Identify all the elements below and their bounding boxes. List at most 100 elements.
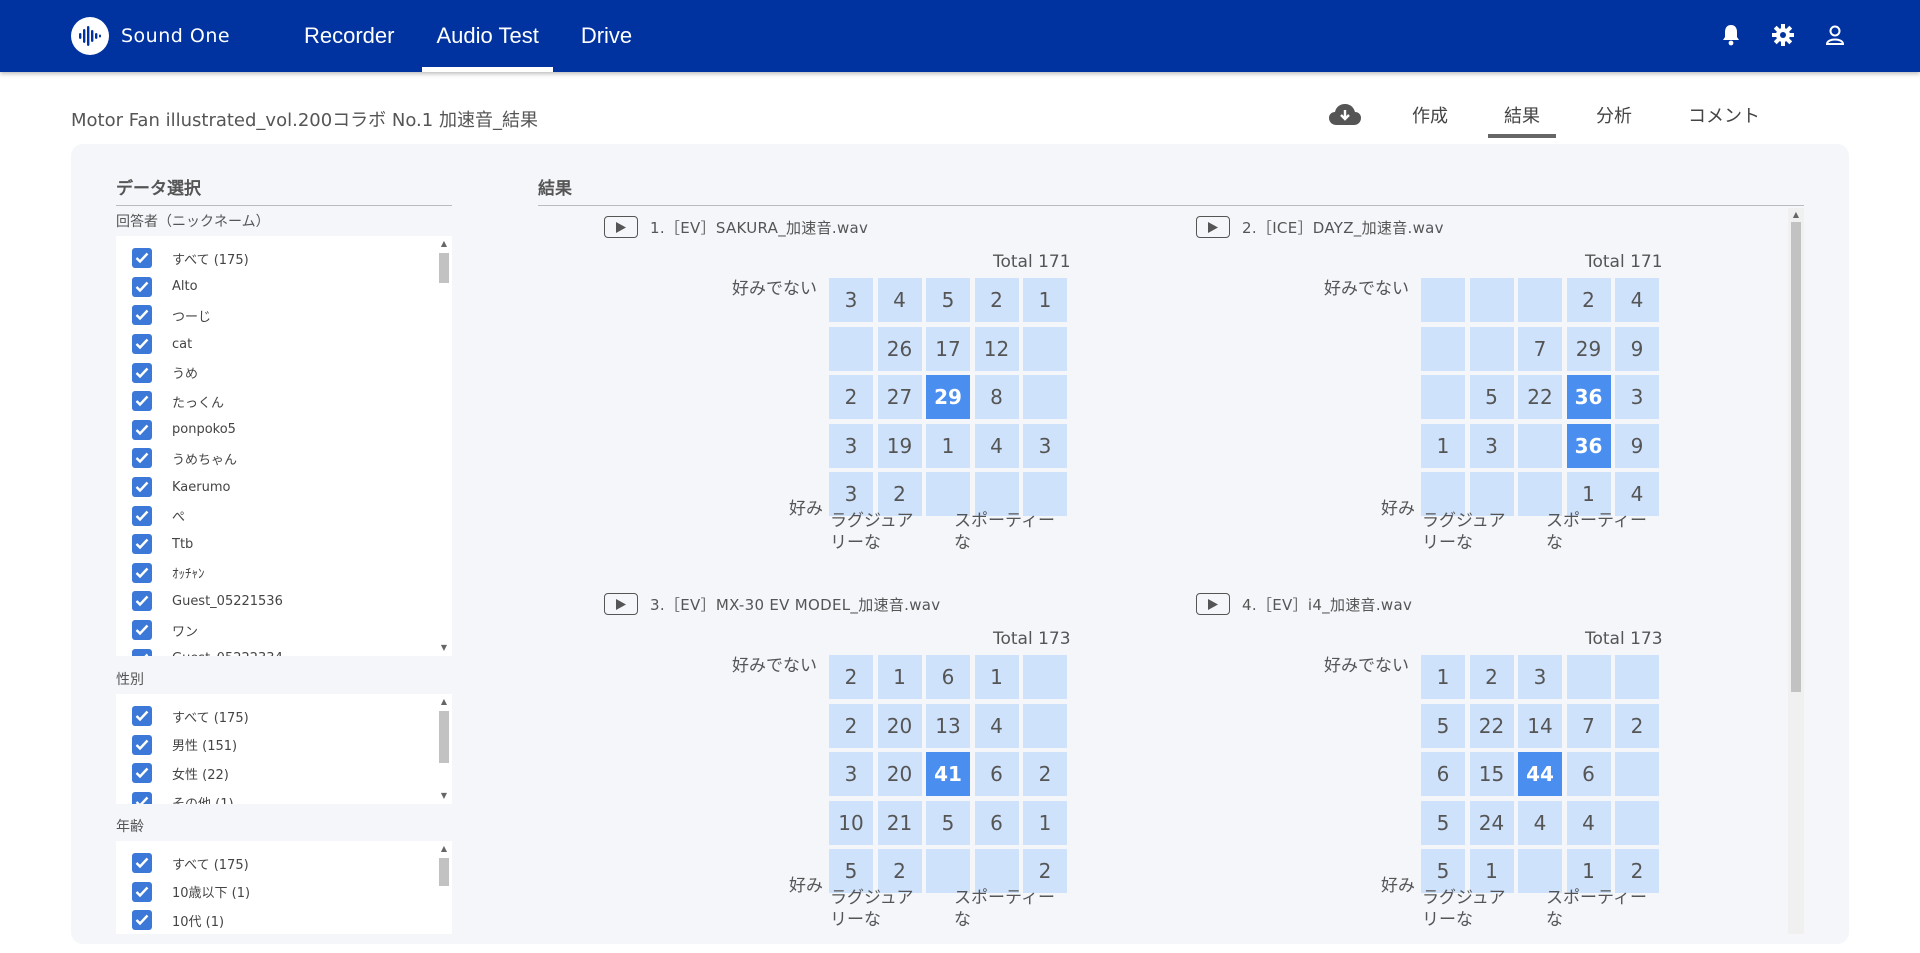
checkbox-checked-icon[interactable] xyxy=(132,591,152,612)
checkbox-item[interactable]: ponpoko5 xyxy=(116,416,452,445)
checkbox-item[interactable]: 男性 (151) xyxy=(116,731,452,760)
cell-count: 29 xyxy=(934,385,962,409)
checkbox-checked-icon[interactable] xyxy=(132,881,152,902)
checkbox-item[interactable]: すべて (175) xyxy=(116,849,452,878)
grid-cell xyxy=(1615,800,1659,845)
brand[interactable]: Sound One xyxy=(71,16,230,56)
grid-cell: 3 xyxy=(1518,655,1562,699)
checkbox-checked-icon[interactable] xyxy=(132,853,152,874)
tab-results[interactable]: 結果 xyxy=(1488,92,1556,138)
checkbox-checked-icon[interactable] xyxy=(132,362,152,383)
checkbox-item[interactable]: Guest_05222334 xyxy=(116,644,452,656)
grid-cell: 1 xyxy=(877,655,922,699)
play-button[interactable] xyxy=(1196,593,1230,615)
checkbox-item[interactable]: Guest_05221536 xyxy=(116,587,452,616)
checkbox-item[interactable]: つーじ xyxy=(116,301,452,330)
scroll-up-arrow-icon[interactable]: ▲ xyxy=(1791,210,1801,220)
checkbox-checked-icon[interactable] xyxy=(132,334,152,355)
checkbox-checked-icon[interactable] xyxy=(132,505,152,526)
scrollbar[interactable]: ▲ ▼ xyxy=(436,694,452,804)
grid-cell xyxy=(1421,278,1465,322)
checkbox-item[interactable]: 女性 (22) xyxy=(116,759,452,788)
play-button[interactable] xyxy=(604,216,638,238)
checkbox-checked-icon[interactable] xyxy=(132,391,152,412)
cell-count: 3 xyxy=(844,288,858,312)
scroll-thumb[interactable] xyxy=(439,253,449,283)
checkbox-checked-icon[interactable] xyxy=(132,910,152,931)
scroll-up-arrow-icon[interactable]: ▲ xyxy=(439,844,449,854)
checkbox-item[interactable]: 10歳以下 (1) xyxy=(116,878,452,907)
checkbox-label: うめ xyxy=(172,367,199,383)
scroll-down-arrow-icon[interactable]: ▼ xyxy=(439,643,449,653)
cell-count: 1 xyxy=(990,665,1003,689)
grid-cell: 9 xyxy=(1615,326,1659,371)
checkbox-checked-icon[interactable] xyxy=(132,419,152,440)
header-actions xyxy=(1716,20,1850,50)
scroll-up-arrow-icon[interactable]: ▲ xyxy=(439,239,449,249)
checkbox-checked-icon[interactable] xyxy=(132,534,152,555)
gender-list[interactable]: すべて (175) 男性 (151) 女性 (22) その他 (1) ▲ ▼ xyxy=(116,694,452,804)
checkbox-checked-icon[interactable] xyxy=(132,706,152,727)
checkbox-item[interactable]: その他 (1) xyxy=(116,788,452,804)
play-button[interactable] xyxy=(1196,216,1230,238)
grid-cell: 3 xyxy=(829,423,873,468)
play-button[interactable] xyxy=(604,593,638,615)
grid-cell xyxy=(1469,278,1514,322)
nav-tab-audio-test[interactable]: Audio Test xyxy=(422,0,554,72)
checkbox-item[interactable]: Alto xyxy=(116,273,452,302)
tab-create[interactable]: 作成 xyxy=(1396,92,1464,138)
checkbox-item[interactable]: Ttb xyxy=(116,530,452,559)
checkbox-checked-icon[interactable] xyxy=(132,448,152,469)
checkbox-item[interactable]: Kaerumo xyxy=(116,473,452,502)
cloud-download-icon[interactable] xyxy=(1328,98,1362,132)
preference-grid: 2 4 7 29 9 5 22 36 3 1 3 36 9 1 4 xyxy=(1421,278,1661,518)
cell-count: 4 xyxy=(1630,288,1644,312)
checkbox-checked-icon[interactable] xyxy=(132,562,152,583)
checkbox-checked-icon[interactable] xyxy=(132,792,152,804)
scroll-thumb[interactable] xyxy=(439,711,449,763)
checkbox-checked-icon[interactable] xyxy=(132,305,152,326)
checkbox-checked-icon[interactable] xyxy=(132,620,152,641)
scroll-up-arrow-icon[interactable]: ▲ xyxy=(439,697,449,707)
nav-tab-drive[interactable]: Drive xyxy=(567,0,646,72)
cell-count: 5 xyxy=(941,288,955,312)
grid-cell: 8 xyxy=(974,375,1019,419)
checkbox-checked-icon[interactable] xyxy=(132,477,152,498)
scrollbar[interactable]: ▲ xyxy=(436,841,452,934)
checkbox-item[interactable]: すべて (175) xyxy=(116,702,452,731)
nav-tab-recorder[interactable]: Recorder xyxy=(290,0,408,72)
checkbox-item[interactable]: ｵｯﾁｬﾝ xyxy=(116,559,452,588)
grid-cell xyxy=(1421,326,1465,371)
checkbox-item[interactable]: たっくん xyxy=(116,387,452,416)
checkbox-item[interactable]: うめちゃん xyxy=(116,444,452,473)
checkbox-item[interactable]: ワン xyxy=(116,616,452,645)
results-scrollbar[interactable]: ▲ xyxy=(1788,208,1804,934)
grid-cell xyxy=(1023,326,1067,371)
tab-comments[interactable]: コメント xyxy=(1672,92,1776,138)
checkbox-item[interactable]: cat xyxy=(116,330,452,359)
grid-cell: 1 xyxy=(1421,423,1465,468)
checkbox-item[interactable]: ぺ xyxy=(116,501,452,530)
checkbox-checked-icon[interactable] xyxy=(132,734,152,755)
scroll-thumb[interactable] xyxy=(1791,222,1801,692)
grid-cell xyxy=(829,326,873,371)
gear-icon[interactable] xyxy=(1768,20,1798,50)
scroll-thumb[interactable] xyxy=(439,858,449,886)
grid-cell: 20 xyxy=(877,752,922,796)
checkbox-checked-icon[interactable] xyxy=(132,763,152,784)
bell-icon[interactable] xyxy=(1716,20,1746,50)
user-icon[interactable] xyxy=(1820,20,1850,50)
scroll-down-arrow-icon[interactable]: ▼ xyxy=(439,791,449,801)
checkbox-checked-icon[interactable] xyxy=(132,248,152,269)
tab-analysis[interactable]: 分析 xyxy=(1580,92,1648,138)
checkbox-checked-icon[interactable] xyxy=(132,276,152,297)
cell-count: 2 xyxy=(893,482,906,506)
result-header: 1.［EV］SAKURA_加速音.wav xyxy=(604,216,868,238)
age-list[interactable]: すべて (175) 10歳以下 (1) 10代 (1) ▲ xyxy=(116,841,452,934)
checkbox-checked-icon[interactable] xyxy=(132,648,152,656)
checkbox-item[interactable]: 10代 (1) xyxy=(116,906,452,934)
respondents-list[interactable]: すべて (175) Alto つーじ cat うめたっくん ponpoko5 うめちゃん Ka… xyxy=(116,236,452,656)
checkbox-item[interactable]: すべて (175) xyxy=(116,244,452,273)
checkbox-item[interactable]: うめ xyxy=(116,358,452,387)
scrollbar[interactable]: ▲ ▼ xyxy=(436,236,452,656)
